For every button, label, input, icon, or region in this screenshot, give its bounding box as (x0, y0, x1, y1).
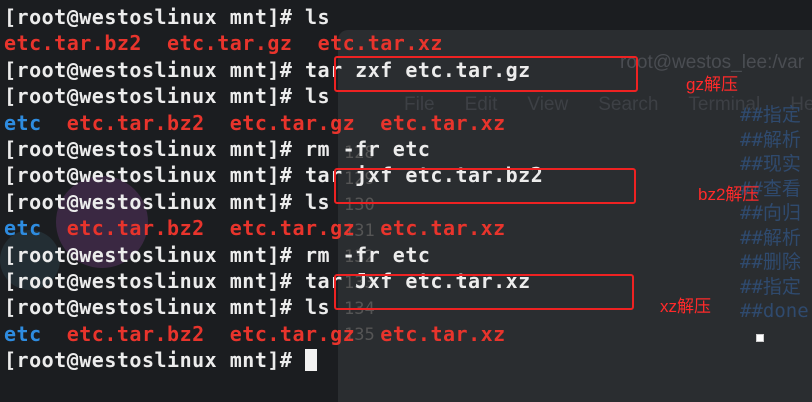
command-line: [root@westoslinux mnt]# ls (4, 4, 812, 30)
directory-entry: etc (4, 321, 42, 346)
command-text: ls (304, 295, 331, 320)
shell-prompt: [root@westoslinux mnt]# (4, 268, 305, 293)
archive-entry: etc.tar.bz2 (66, 321, 205, 346)
ls-output-line: etc etc.tar.bz2 etc.tar.gz etc.tar.xz (4, 321, 812, 347)
shell-prompt: [root@westoslinux mnt]# (4, 348, 305, 373)
ls-output-line: etc.tar.bz2 etc.tar.gz etc.tar.xz (4, 30, 812, 56)
shell-prompt: [root@westoslinux mnt]# (4, 136, 305, 161)
command-text: ls (304, 189, 331, 214)
archive-entry: etc.tar.xz (380, 110, 506, 135)
ls-output-line: etc etc.tar.bz2 etc.tar.gz etc.tar.xz (4, 215, 812, 241)
archive-entry: etc.tar.gz (229, 321, 356, 346)
shell-prompt: [root@westoslinux mnt]# (4, 84, 305, 109)
shell-prompt: [root@westoslinux mnt]# (4, 163, 305, 188)
shell-prompt: [root@westoslinux mnt]# (4, 5, 305, 29)
command-text: ls (304, 84, 331, 109)
ls-output-line: etc etc.tar.bz2 etc.tar.gz etc.tar.xz (4, 110, 812, 136)
highlight-box-gz (334, 56, 638, 92)
archive-entry: etc.tar.xz (317, 31, 443, 56)
command-text: ls (304, 5, 331, 29)
command-text: rm -fr etc (304, 136, 431, 161)
directory-entry: etc (4, 216, 42, 241)
archive-entry: etc.tar.gz (229, 110, 356, 135)
command-text: rm -fr etc (304, 242, 431, 267)
shell-prompt: [root@westoslinux mnt]# (4, 242, 305, 267)
archive-entry: etc.tar.gz (229, 216, 356, 241)
archive-entry: etc.tar.xz (380, 321, 506, 346)
archive-entry: etc.tar.xz (380, 216, 506, 241)
command-line: [root@westoslinux mnt]# rm -fr etc (4, 242, 812, 268)
archive-entry: etc.tar.bz2 (66, 110, 205, 135)
annotation-bz2: bz2解压 (698, 185, 760, 204)
command-line: [root@westoslinux mnt]# rm -fr etc (4, 136, 812, 162)
archive-entry: etc.tar.gz (167, 31, 293, 56)
archive-entry: etc.tar.bz2 (4, 31, 142, 56)
terminal-cursor[interactable] (304, 349, 317, 372)
annotation-xz: xz解压 (660, 297, 711, 316)
shell-prompt: [root@westoslinux mnt]# (4, 57, 305, 82)
directory-entry: etc (4, 110, 42, 135)
active-prompt-line: [root@westoslinux mnt]# (4, 347, 812, 373)
highlight-box-bz2 (334, 168, 636, 204)
shell-prompt: [root@westoslinux mnt]# (4, 189, 305, 214)
archive-entry: etc.tar.bz2 (66, 216, 205, 241)
annotation-gz: gz解压 (686, 75, 738, 94)
shell-prompt: [root@westoslinux mnt]# (4, 295, 305, 320)
highlight-box-xz (334, 274, 634, 310)
